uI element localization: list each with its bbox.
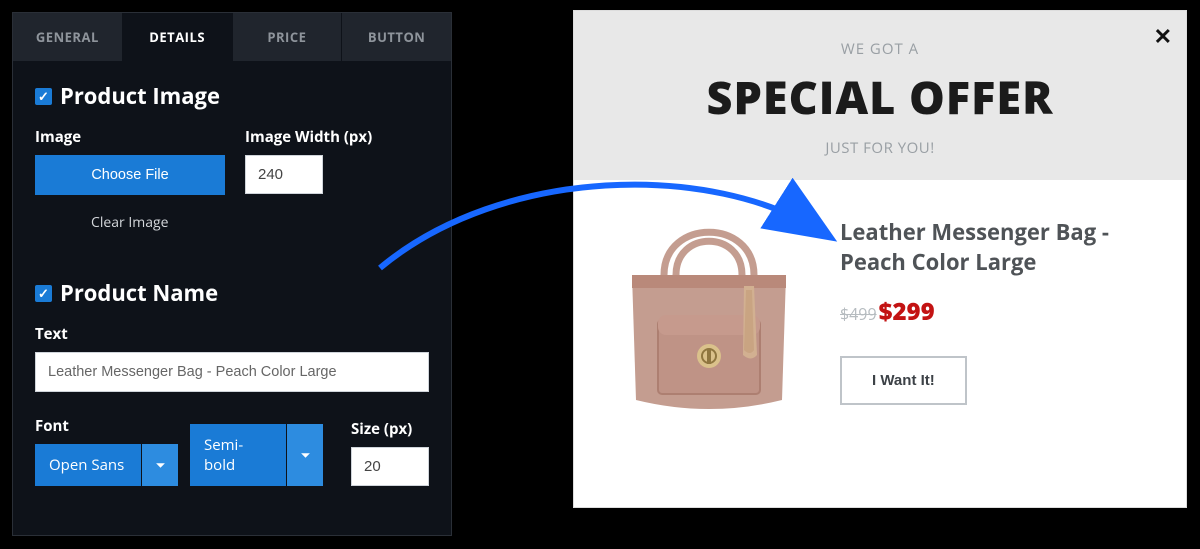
clear-image-link[interactable]: Clear Image (35, 203, 225, 240)
size-label: Size (px) (351, 419, 429, 439)
text-label: Text (35, 324, 429, 344)
chevron-down-icon (287, 424, 323, 486)
chevron-down-icon (142, 444, 178, 486)
cta-button[interactable]: I Want It! (840, 356, 967, 405)
preview-popup: ✕ WE GOT A SPECIAL OFFER JUST FOR YOU! (573, 10, 1187, 508)
product-image-checkbox[interactable]: ✓ (35, 88, 52, 105)
choose-file-button[interactable]: Choose File (35, 155, 225, 195)
section-product-name-header: ✓ Product Name (35, 278, 429, 308)
preview-header: ✕ WE GOT A SPECIAL OFFER JUST FOR YOU! (574, 11, 1186, 180)
product-info: Leather Messenger Bag - Peach Color Larg… (840, 210, 1156, 405)
image-label: Image (35, 127, 225, 147)
headline-text: SPECIAL OFFER (594, 67, 1166, 128)
font-weight-value: Semi-bold (190, 424, 286, 486)
font-label: Font (35, 416, 178, 436)
tab-bar: GENERAL DETAILS PRICE BUTTON (13, 13, 451, 61)
image-width-label: Image Width (px) (245, 127, 372, 147)
settings-panel: GENERAL DETAILS PRICE BUTTON ✓ Product I… (12, 12, 452, 536)
font-family-select[interactable]: Open Sans (35, 444, 178, 486)
image-width-input[interactable] (245, 155, 323, 194)
section-product-image-header: ✓ Product Image (35, 81, 429, 111)
pricing: $499 $299 (840, 295, 1156, 328)
subline-text: JUST FOR YOU! (594, 138, 1166, 158)
preview-product-name: Leather Messenger Bag - Peach Color Larg… (840, 218, 1156, 277)
product-name-text-input[interactable] (35, 352, 429, 392)
tab-price[interactable]: PRICE (233, 13, 342, 61)
tab-details[interactable]: DETAILS (123, 13, 232, 61)
eyebrow-text: WE GOT A (594, 39, 1166, 59)
tab-general[interactable]: GENERAL (13, 13, 122, 61)
font-size-input[interactable] (351, 447, 429, 486)
product-image-title: Product Image (60, 81, 220, 111)
new-price: $299 (879, 295, 935, 328)
product-name-title: Product Name (60, 278, 218, 308)
close-icon[interactable]: ✕ (1154, 21, 1172, 51)
product-image (604, 200, 814, 415)
old-price: $499 (840, 303, 877, 325)
tab-button[interactable]: BUTTON (342, 13, 451, 61)
product-name-checkbox[interactable]: ✓ (35, 285, 52, 302)
font-weight-select[interactable]: Semi-bold (190, 424, 323, 486)
font-family-value: Open Sans (35, 444, 141, 486)
